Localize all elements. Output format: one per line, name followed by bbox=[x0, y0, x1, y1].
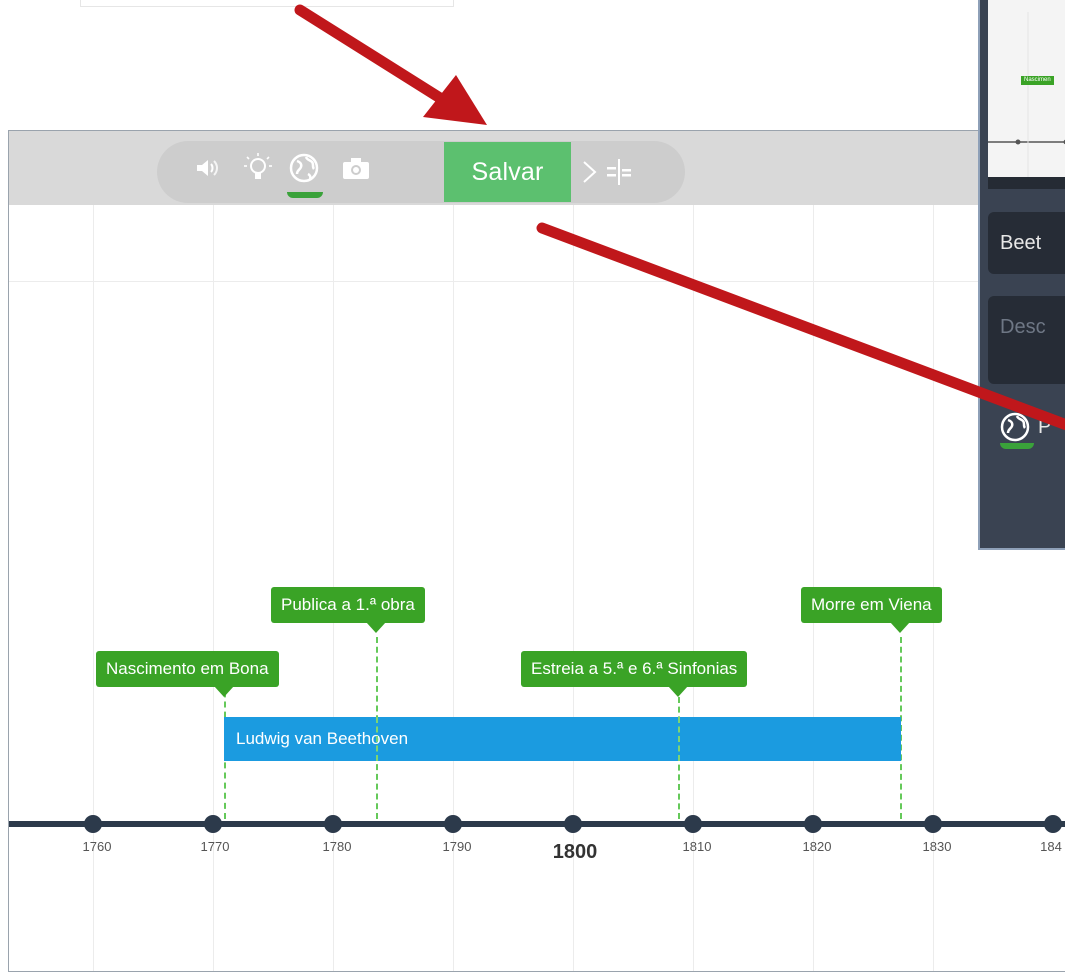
arrow-to-save bbox=[300, 10, 487, 125]
tick-dot bbox=[444, 815, 462, 833]
globe-icon[interactable] bbox=[287, 151, 321, 185]
tick-label: 1760 bbox=[83, 839, 112, 854]
lightbulb-icon[interactable] bbox=[241, 151, 275, 185]
tick-dot bbox=[324, 815, 342, 833]
save-button[interactable]: Salvar bbox=[444, 142, 571, 202]
camera-icon[interactable] bbox=[339, 151, 373, 185]
event-label: Nascimento em Bona bbox=[106, 659, 269, 679]
tick-label: 1770 bbox=[201, 839, 230, 854]
grid-line bbox=[693, 205, 694, 971]
globe-active-indicator bbox=[1000, 443, 1034, 449]
tick-dot bbox=[684, 815, 702, 833]
tick-label: 1810 bbox=[683, 839, 712, 854]
grid-line bbox=[9, 281, 1065, 282]
active-indicator bbox=[287, 192, 323, 198]
split-icon[interactable] bbox=[605, 157, 633, 187]
event-stem bbox=[376, 717, 378, 761]
timeline-axis bbox=[9, 821, 1065, 827]
event-label: Estreia a 5.ª e 6.ª Sinfonias bbox=[531, 659, 737, 679]
event-flag[interactable]: Morre em Viena bbox=[801, 587, 942, 623]
thumbnail-event-label: Nascimen bbox=[1021, 76, 1054, 85]
globe-option-label: P bbox=[1038, 416, 1051, 439]
event-flag[interactable]: Estreia a 5.ª e 6.ª Sinfonias bbox=[521, 651, 747, 687]
tick-label: 1780 bbox=[323, 839, 352, 854]
tick-dot bbox=[924, 815, 942, 833]
name-field[interactable]: Beet bbox=[988, 212, 1065, 274]
grid-line bbox=[213, 205, 214, 971]
grid-line bbox=[93, 205, 94, 971]
tick-dot bbox=[204, 815, 222, 833]
tick-dot bbox=[1044, 815, 1062, 833]
event-flag[interactable]: Publica a 1.ª obra bbox=[271, 587, 425, 623]
tick-dot bbox=[804, 815, 822, 833]
timeline-thumbnail[interactable]: Nascimen bbox=[988, 0, 1065, 177]
period-bar[interactable]: Ludwig van Beethoven bbox=[224, 717, 901, 761]
globe-icon[interactable] bbox=[998, 410, 1032, 444]
event-label: Morre em Viena bbox=[811, 595, 932, 615]
tick-label: 184 bbox=[1040, 839, 1062, 854]
description-field[interactable]: Desc bbox=[988, 296, 1065, 384]
tick-label: 1790 bbox=[443, 839, 472, 854]
top-input-field[interactable] bbox=[80, 0, 454, 7]
grid-line bbox=[453, 205, 454, 971]
side-panel: Nascimen Beet Desc P bbox=[978, 0, 1065, 550]
timeline-panel: Salvar Ludwig van Beethoven Nascimento e… bbox=[8, 130, 1065, 972]
thumbnail-footer bbox=[988, 177, 1065, 189]
chevron-right-icon[interactable] bbox=[579, 152, 601, 192]
event-label: Publica a 1.ª obra bbox=[281, 595, 415, 615]
tick-dot bbox=[84, 815, 102, 833]
event-flag[interactable]: Nascimento em Bona bbox=[96, 651, 279, 687]
tick-label-major: 1800 bbox=[553, 841, 598, 864]
speaker-icon[interactable] bbox=[191, 151, 225, 185]
tick-dot bbox=[564, 815, 582, 833]
tick-label: 1830 bbox=[923, 839, 952, 854]
event-stem bbox=[678, 717, 680, 761]
tick-label: 1820 bbox=[803, 839, 832, 854]
